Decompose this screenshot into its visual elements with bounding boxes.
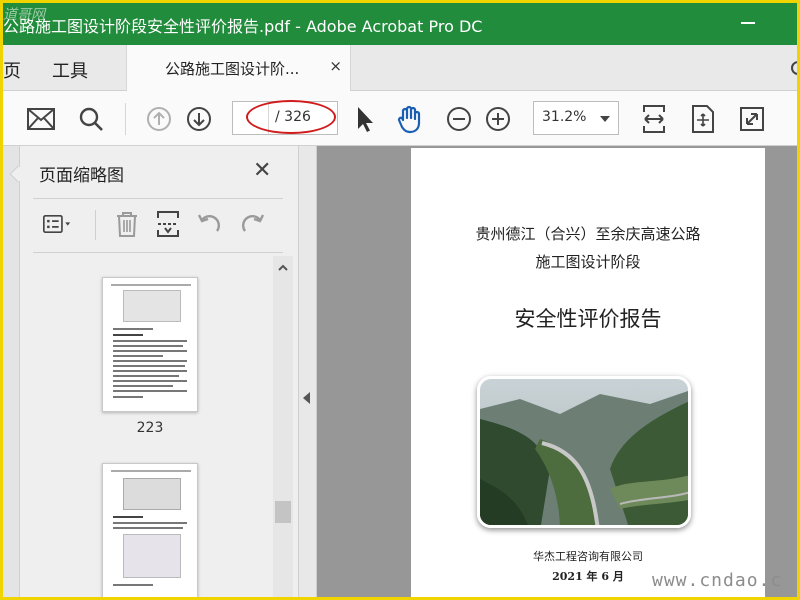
close-panel-icon[interactable]: ✕	[253, 158, 271, 183]
previous-page-icon[interactable]	[144, 104, 174, 134]
doc-company: 华杰工程咨询有限公司	[533, 550, 643, 563]
minimize-button[interactable]	[741, 22, 755, 24]
chevron-left-icon	[303, 392, 310, 404]
zoom-in-icon[interactable]	[483, 104, 513, 134]
document-tab-label: 公路施工图设计阶...	[165, 60, 300, 78]
app-window: 道哥网 公路施工图设计阶段安全性评价报告.pdf - Adobe Acrobat…	[3, 3, 797, 597]
thumbnail-panel-title: 页面缩略图	[39, 166, 124, 186]
site-watermark: www.cndao.c	[652, 570, 783, 591]
document-tab-close-icon[interactable]: ×	[329, 57, 342, 75]
rotate-counterclockwise-icon[interactable]	[196, 210, 224, 238]
doc-project-name: 贵州德江（合兴）至余庆高速公路	[475, 225, 701, 243]
doc-stage: 施工图设计阶段	[535, 253, 641, 271]
panel-divider	[33, 252, 283, 253]
next-page-icon[interactable]	[184, 104, 214, 134]
full-screen-icon[interactable]	[737, 104, 767, 134]
fit-page-icon[interactable]	[688, 104, 718, 134]
zoom-level-select[interactable]: 31.2%	[533, 101, 619, 135]
thumbnail-list: 223	[20, 256, 273, 597]
thumbnail-page-label: 223	[136, 420, 164, 436]
menu-tools[interactable]: 工具	[52, 57, 88, 83]
toolbar: / 326 31.2%	[3, 91, 797, 146]
toolbar-separator	[125, 103, 126, 135]
thumbnail-scrollbar[interactable]	[273, 256, 293, 597]
document-tab[interactable]: 公路施工图设计阶... ×	[126, 45, 351, 91]
panel-divider	[33, 198, 283, 199]
document-view[interactable]: 贵州德江（合兴）至余庆高速公路 施工图设计阶段 安全性评价报告 华杰工程咨询有限…	[317, 146, 797, 597]
zoom-out-icon[interactable]	[444, 104, 474, 134]
fit-width-icon[interactable]	[639, 104, 669, 134]
more-options-icon[interactable]	[783, 104, 797, 134]
scroll-up-icon[interactable]	[277, 262, 289, 274]
delete-page-icon[interactable]	[113, 210, 141, 238]
search-icon[interactable]	[76, 104, 106, 134]
thumbnail-panel: 页面缩略图 ✕ 223	[3, 146, 299, 597]
cover-photo	[477, 376, 691, 528]
select-tool-icon[interactable]	[349, 104, 379, 134]
page-count-highlight	[246, 100, 336, 134]
zoom-level-value: 31.2%	[542, 109, 587, 125]
chevron-down-icon	[600, 116, 610, 122]
hand-tool-icon[interactable]	[395, 104, 425, 134]
page-thumbnail[interactable]	[102, 277, 198, 412]
navigation-strip	[3, 146, 20, 597]
rotate-clockwise-icon[interactable]	[238, 210, 266, 238]
menu-home[interactable]: 页	[3, 57, 21, 83]
window-title: 公路施工图设计阶段安全性评价报告.pdf - Adobe Acrobat Pro…	[3, 17, 483, 36]
doc-heading: 安全性评价报告	[514, 307, 662, 331]
help-icon[interactable]	[791, 61, 797, 75]
collapse-panel-handle[interactable]	[299, 146, 317, 597]
extract-page-icon[interactable]	[154, 210, 182, 238]
email-icon[interactable]	[26, 104, 56, 134]
page-thumbnail[interactable]	[102, 463, 198, 597]
title-bar: 道哥网 公路施工图设计阶段安全性评价报告.pdf - Adobe Acrobat…	[3, 3, 797, 45]
thumbnail-options-icon[interactable]	[43, 210, 71, 238]
scrollbar-thumb[interactable]	[275, 501, 291, 523]
pdf-page: 贵州德江（合兴）至余庆高速公路 施工图设计阶段 安全性评价报告 华杰工程咨询有限…	[411, 148, 765, 597]
panel-toolbar-separator	[95, 210, 96, 240]
tab-bar: 页 工具 公路施工图设计阶... ×	[3, 45, 797, 91]
